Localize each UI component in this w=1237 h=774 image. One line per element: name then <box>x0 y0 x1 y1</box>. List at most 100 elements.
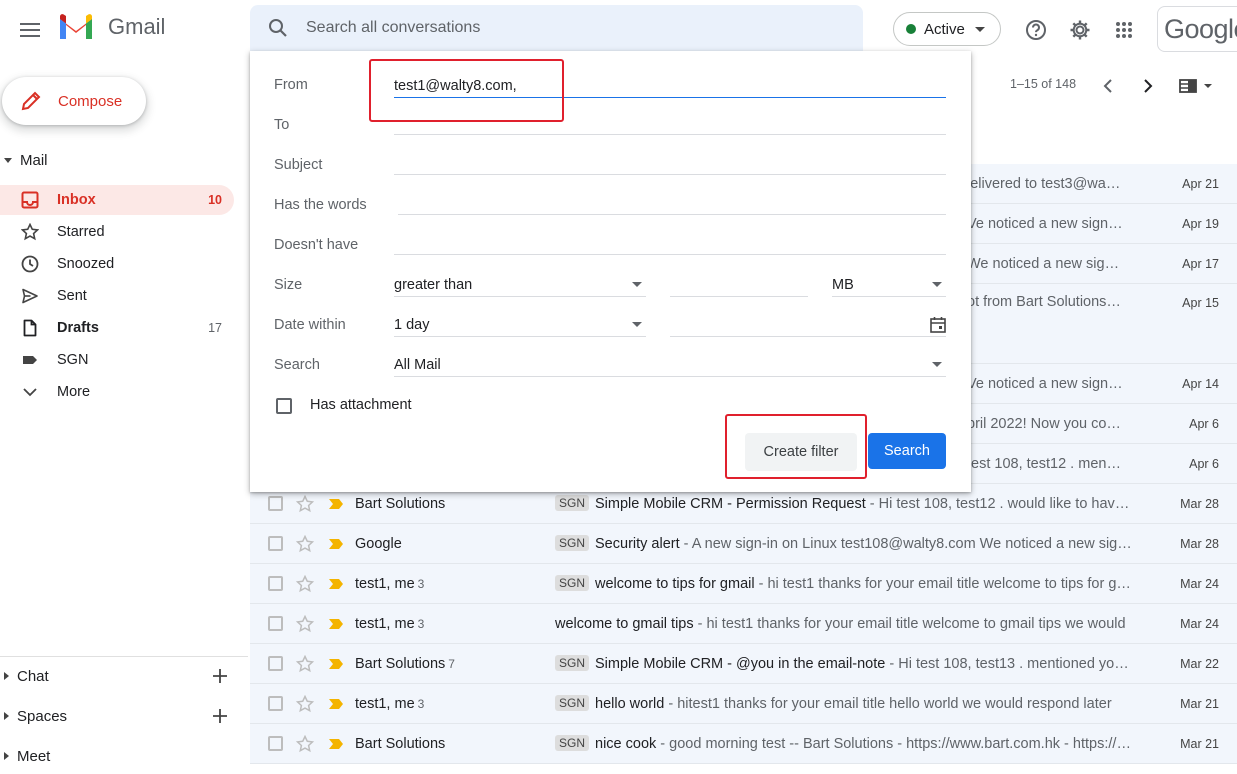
label-tag[interactable]: SGN <box>555 535 590 551</box>
email-subject: Simple Mobile CRM - @you in the email-no… <box>595 656 886 672</box>
dropdown-arrow-icon <box>632 322 642 327</box>
email-row[interactable]: Bart Solutions SGN nice cook - good mornin… <box>250 724 1237 764</box>
older-page-button[interactable] <box>1134 72 1162 100</box>
email-content: welcome to gmail tips - hi test1 thanks … <box>555 616 1135 632</box>
date-field[interactable] <box>670 313 946 337</box>
email-date: Apr 15 <box>1182 296 1219 310</box>
row-checkbox[interactable] <box>268 576 283 591</box>
sidebar-item-sgn[interactable]: SGN <box>0 345 234 375</box>
email-content: SGN Simple Mobile CRM - @you in the email… <box>555 655 1135 672</box>
create-filter-button[interactable]: Create filter <box>745 433 857 471</box>
add-chat-icon[interactable] <box>210 666 230 686</box>
email-row-partial[interactable]: pril 2022! Now you co… Apr 6 <box>967 404 1237 444</box>
star-icon[interactable] <box>296 654 314 673</box>
split-pane-toggle[interactable] <box>1176 72 1216 100</box>
label-tag[interactable]: SGN <box>555 575 590 591</box>
compose-button[interactable]: Compose <box>2 77 146 125</box>
sidebar-item-more[interactable]: More <box>0 377 234 407</box>
row-checkbox[interactable] <box>268 536 283 551</box>
email-row[interactable]: test1, me 3 welcome to gmail tips - hi tes… <box>250 604 1237 644</box>
sidebar-item-label: Snoozed <box>57 256 115 272</box>
star-icon[interactable] <box>296 534 314 553</box>
search-bar[interactable] <box>250 5 863 51</box>
size-value-field[interactable] <box>670 273 808 297</box>
email-row-partial[interactable]: Ve noticed a new sign-i… Apr 14 <box>967 364 1237 404</box>
sidebar-item-label: More <box>57 384 91 400</box>
star-icon[interactable] <box>296 614 314 633</box>
spaces-section-toggle[interactable]: Spaces <box>0 704 67 728</box>
doesnt-have-field[interactable] <box>394 231 946 255</box>
email-row-partial[interactable]: lelivered to test3@wal… Apr 21 <box>967 164 1237 204</box>
importance-marker-icon[interactable] <box>328 738 344 750</box>
has-words-field[interactable] <box>398 191 946 215</box>
size-operator-select[interactable]: greater than <box>394 273 646 297</box>
sidebar-item-starred[interactable]: Starred <box>0 217 234 247</box>
row-checkbox[interactable] <box>268 736 283 751</box>
email-snippet: Ve noticed a new sign-i… <box>967 215 1123 232</box>
star-icon[interactable] <box>296 494 314 513</box>
search-input[interactable] <box>306 19 806 37</box>
account-button[interactable]: Google <box>1157 6 1237 52</box>
email-row-partial[interactable]: ot from Bart Solutions … Apr 15 <box>967 284 1237 364</box>
newer-page-button[interactable] <box>1094 72 1122 100</box>
star-icon[interactable] <box>296 734 314 753</box>
label-tag[interactable]: SGN <box>555 735 590 751</box>
apps-button[interactable] <box>1106 12 1142 48</box>
chat-section-toggle[interactable]: Chat <box>0 664 49 688</box>
email-row[interactable]: Bart Solutions 7 SGN Simple Mobile CRM - @y… <box>250 644 1237 684</box>
caret-down-icon <box>4 157 12 163</box>
email-row[interactable]: test1, me 3 SGN hello world - hitest1 thank… <box>250 684 1237 724</box>
email-date: Mar 21 <box>1180 736 1219 751</box>
label-tag[interactable]: SGN <box>555 495 590 511</box>
dropdown-arrow-icon <box>632 282 642 287</box>
importance-marker-icon[interactable] <box>328 538 344 550</box>
row-checkbox[interactable] <box>268 616 283 631</box>
gmail-logo[interactable]: Gmail <box>58 13 165 41</box>
settings-button[interactable] <box>1062 12 1098 48</box>
search-scope-select[interactable]: All Mail <box>394 353 946 377</box>
email-row-partial[interactable]: We noticed a new sign… Apr 17 <box>967 244 1237 284</box>
mail-section-toggle[interactable]: Mail <box>0 148 48 172</box>
from-field[interactable] <box>394 74 946 98</box>
main-menu-button[interactable] <box>10 10 50 50</box>
unread-count: 10 <box>208 193 222 207</box>
subject-field[interactable] <box>394 151 946 175</box>
support-button[interactable] <box>1018 12 1054 48</box>
importance-marker-icon[interactable] <box>328 498 344 510</box>
row-checkbox[interactable] <box>268 496 283 511</box>
date-within-select[interactable]: 1 day <box>394 313 646 337</box>
email-content: SGN welcome to tips for gmail - hi test1 … <box>555 575 1135 592</box>
sidebar-item-sent[interactable]: Sent <box>0 281 234 311</box>
importance-marker-icon[interactable] <box>328 618 344 630</box>
email-snippet: - good morning test -- Bart Solutions - … <box>656 736 1135 752</box>
row-checkbox[interactable] <box>268 656 283 671</box>
row-checkbox[interactable] <box>268 696 283 711</box>
calendar-icon[interactable] <box>930 316 946 334</box>
importance-marker-icon[interactable] <box>328 658 344 670</box>
status-dropdown[interactable]: Active <box>893 12 1001 46</box>
importance-marker-icon[interactable] <box>328 698 344 710</box>
importance-marker-icon[interactable] <box>328 578 344 590</box>
email-row-partial[interactable]: Ve noticed a new sign-i… Apr 19 <box>967 204 1237 244</box>
sidebar-item-drafts[interactable]: Drafts 17 <box>0 313 234 343</box>
label-tag[interactable]: SGN <box>555 655 590 671</box>
search-button[interactable] <box>250 18 306 38</box>
email-row[interactable]: Google SGN Security alert - A new sign-in … <box>250 524 1237 564</box>
search-submit-button[interactable]: Search <box>868 433 946 469</box>
star-icon[interactable] <box>296 694 314 713</box>
label-tag[interactable]: SGN <box>555 695 590 711</box>
email-snippet: pril 2022! Now you co… <box>967 415 1121 432</box>
meet-section-toggle[interactable]: Meet <box>0 744 50 768</box>
email-content: SGN Security alert - A new sign-in on Lin… <box>555 535 1135 552</box>
add-space-icon[interactable] <box>210 706 230 726</box>
to-field[interactable] <box>394 111 946 135</box>
email-row[interactable]: test1, me 3 SGN welcome to tips for gmail -… <box>250 564 1237 604</box>
star-icon[interactable] <box>296 574 314 593</box>
has-attachment-checkbox[interactable] <box>276 398 292 414</box>
sidebar-item-snoozed[interactable]: Snoozed <box>0 249 234 279</box>
email-row-partial[interactable]: test 108, test12 . ment… Apr 6 <box>967 444 1237 484</box>
email-date: Apr 19 <box>1182 216 1219 231</box>
logo-text: Gmail <box>108 14 166 39</box>
size-unit-select[interactable]: MB <box>832 273 946 297</box>
sidebar-item-inbox[interactable]: Inbox 10 <box>0 185 234 215</box>
